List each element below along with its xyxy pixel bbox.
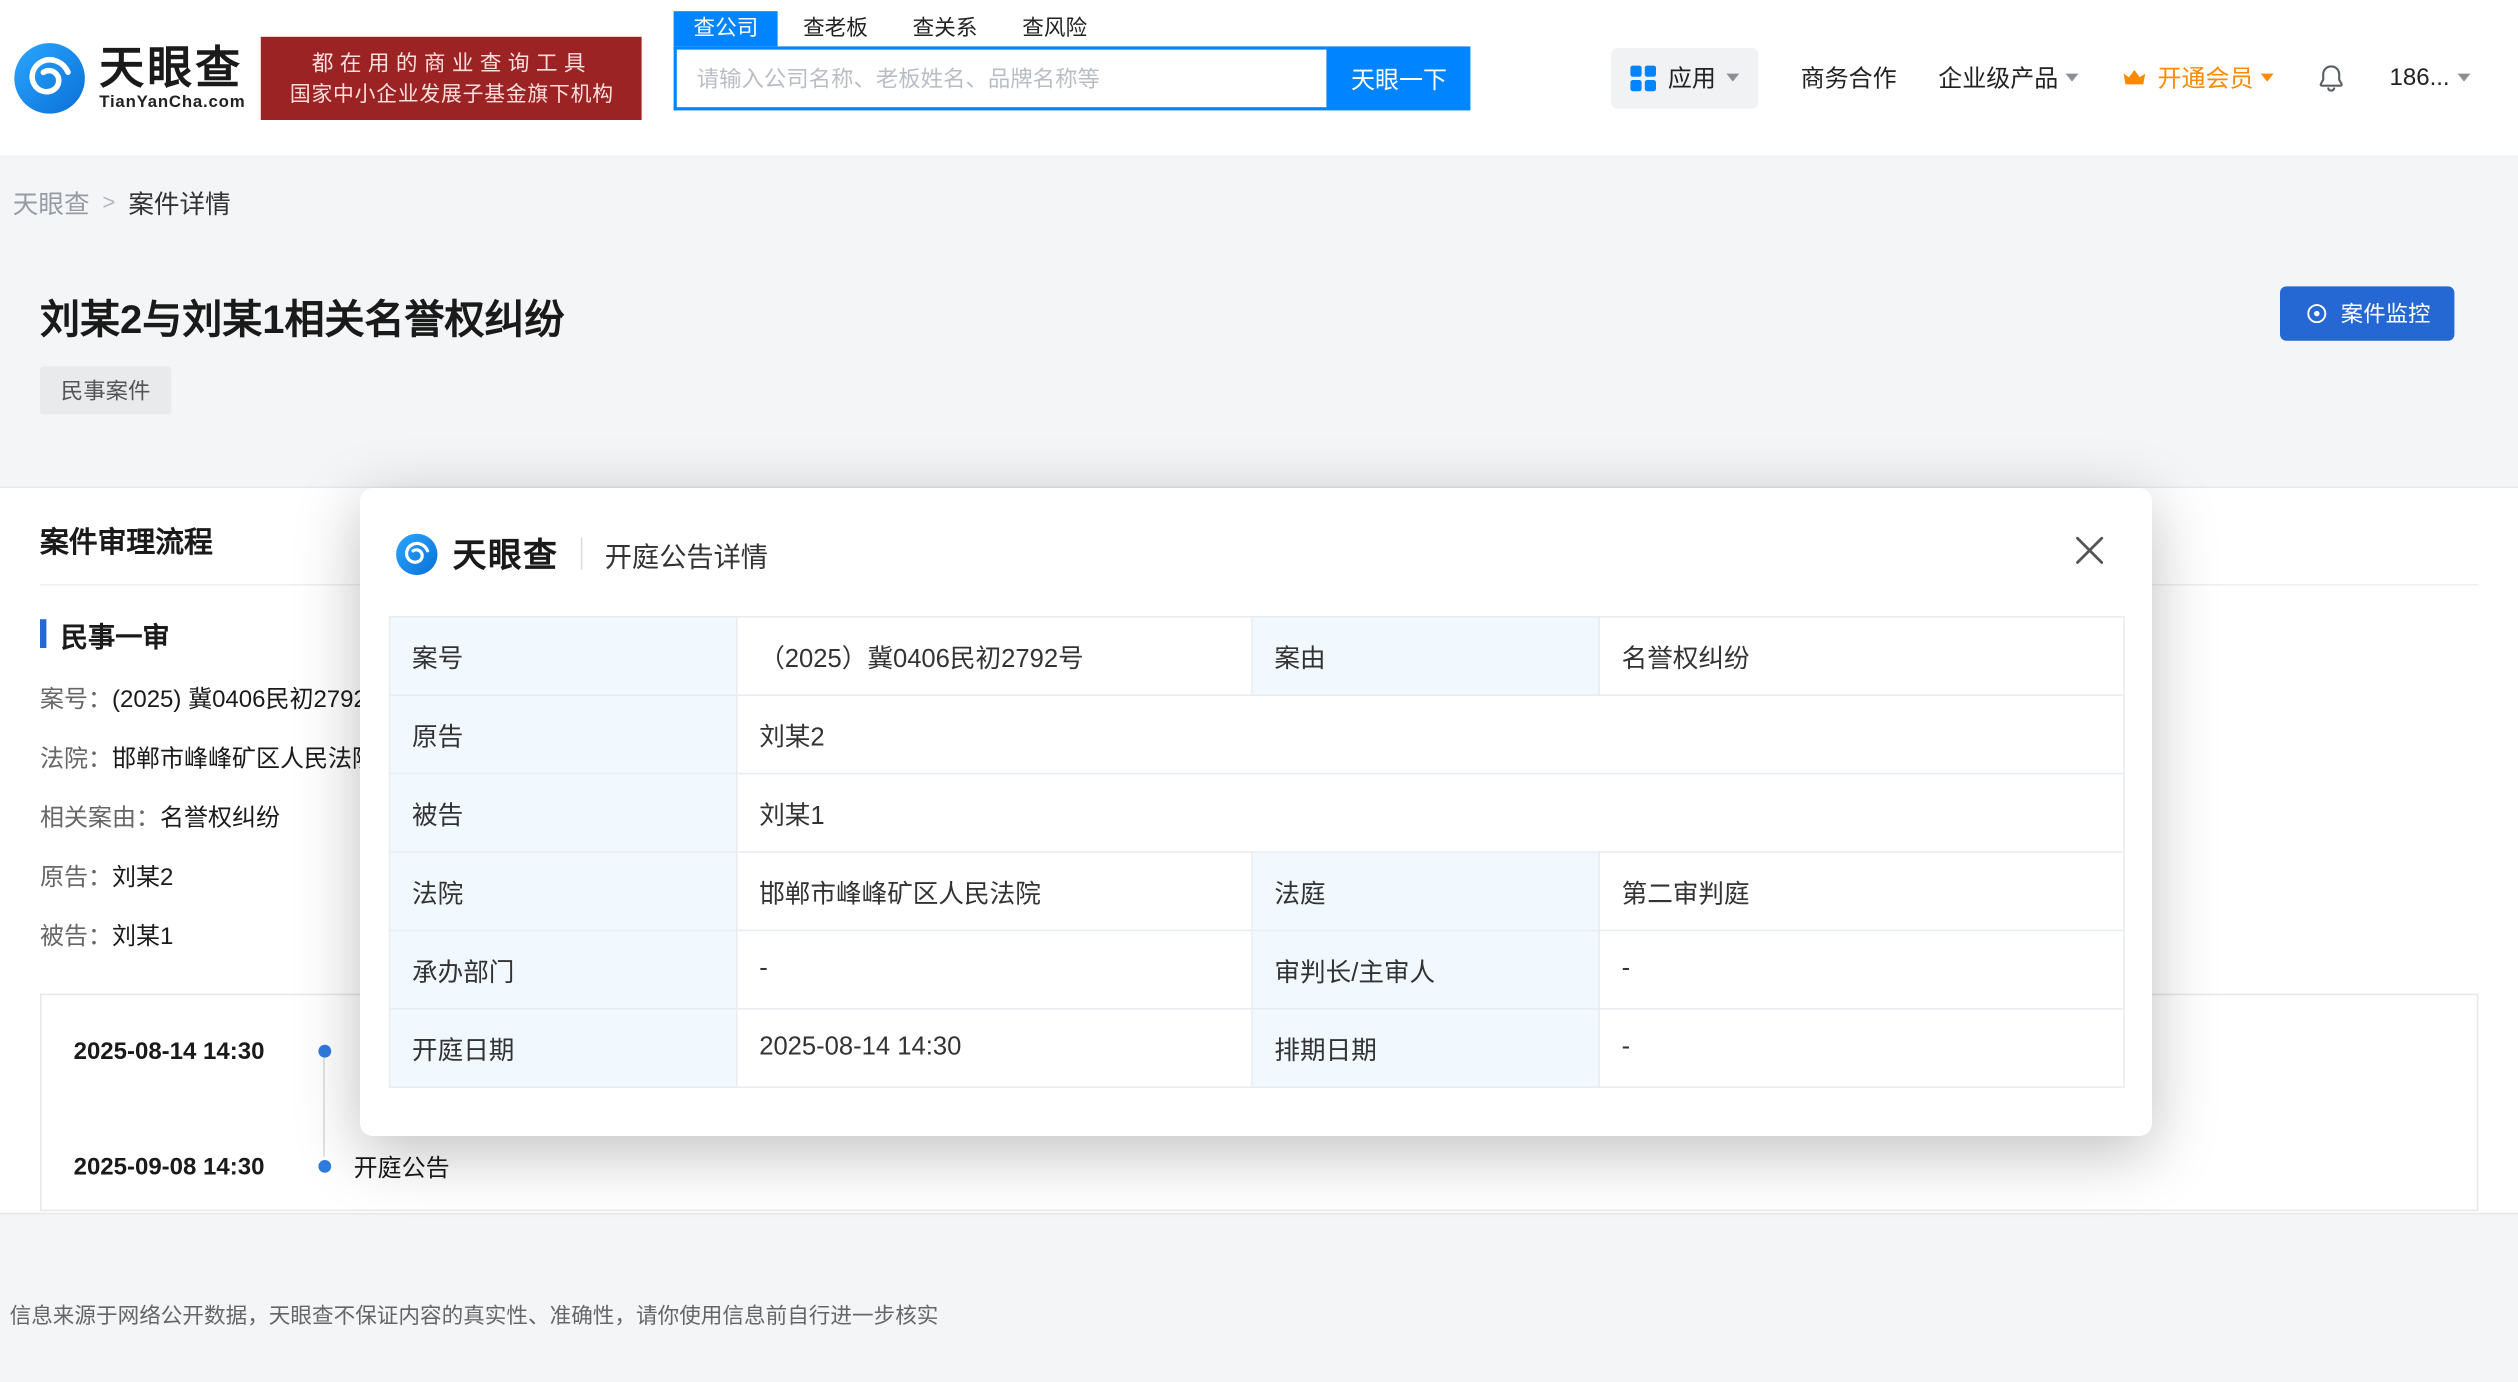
- search-input[interactable]: [674, 46, 1327, 110]
- brand-logo-icon: [395, 532, 438, 575]
- cell-label: 法院: [389, 852, 736, 930]
- nav-vip[interactable]: 开通会员: [2121, 61, 2275, 95]
- footer-disclaimer: 信息来源于网络公开数据，天眼查不保证内容的真实性、准确性，请你使用信息前自行进一…: [10, 1298, 2518, 1330]
- modal-header: 天眼查 开庭公告详情: [360, 488, 2152, 578]
- case-type-badge: 民事案件: [40, 366, 171, 414]
- cell-label: 案号: [389, 617, 736, 695]
- apps-grid-icon: [1631, 65, 1657, 91]
- cell-value: -: [1598, 930, 2123, 1008]
- notification-bell[interactable]: [2316, 62, 2348, 94]
- hearing-detail-table: 案号 （2025）冀0406民初2792号 案由 名誉权纠纷 原告 刘某2 被告…: [388, 616, 2124, 1088]
- table-row: 承办部门 - 审判长/主审人 -: [389, 930, 2123, 1008]
- cell-value: -: [1598, 1009, 2123, 1087]
- modal-brand-name: 天眼查: [453, 530, 559, 578]
- cell-value: （2025）冀0406民初2792号: [736, 617, 1251, 695]
- nav-apps[interactable]: 应用: [1612, 47, 1759, 108]
- promo-banner[interactable]: 都在用的商业查询工具 国家中小企业发展子基金旗下机构: [261, 36, 642, 119]
- cell-label: 被告: [389, 774, 736, 852]
- nav-vip-label: 开通会员: [2158, 61, 2254, 95]
- nav-account-phone: 186...: [2390, 64, 2450, 91]
- search-tabs: 查公司 查老板 查关系 查风险: [674, 11, 1471, 46]
- timeline-dot-icon: [318, 1045, 331, 1058]
- top-header: 天眼查 TianYanCha.com 都在用的商业查询工具 国家中小企业发展子基…: [0, 0, 2518, 155]
- hearing-detail-modal: 天眼查 开庭公告详情 案号 （2025）冀0406民初2792号 案由 名誉权纠…: [360, 488, 2152, 1136]
- crown-icon: [2121, 63, 2150, 92]
- page: 天眼查 TianYanCha.com 都在用的商业查询工具 国家中小企业发展子基…: [0, 0, 2518, 1382]
- table-row: 被告 刘某1: [389, 774, 2123, 852]
- timeline-item: 2025-08-14 14:30: [74, 1034, 354, 1069]
- tab-search-relation[interactable]: 查关系: [893, 11, 996, 46]
- search-button[interactable]: 天眼一下: [1327, 46, 1471, 110]
- stage-accent-bar: [40, 619, 46, 648]
- nav-enterprise[interactable]: 企业级产品: [1938, 61, 2079, 95]
- table-row: 案号 （2025）冀0406民初2792号 案由 名誉权纠纷: [389, 617, 2123, 695]
- nav-cooperation[interactable]: 商务合作: [1801, 61, 1897, 95]
- table-row: 开庭日期 2025-08-14 14:30 排期日期 -: [389, 1009, 2123, 1087]
- chevron-down-icon: [2458, 74, 2471, 82]
- cell-value: 刘某1: [736, 774, 2123, 852]
- timeline-label[interactable]: 开庭公告: [354, 1150, 450, 1184]
- case-monitor-label: 案件监控: [2341, 298, 2431, 330]
- table-row: 原告 刘某2: [389, 695, 2123, 773]
- nav-enterprise-label: 企业级产品: [1938, 61, 2058, 95]
- cell-label: 原告: [389, 695, 736, 773]
- stage-name: 民事一审: [61, 614, 170, 654]
- close-icon: [2069, 530, 2111, 572]
- cell-value: 刘某2: [736, 695, 2123, 773]
- table-row: 法院 邯郸市峰峰矿区人民法院 法庭 第二审判庭: [389, 852, 2123, 930]
- tab-search-risk[interactable]: 查风险: [1003, 11, 1106, 46]
- brand-domain: TianYanCha.com: [99, 92, 245, 111]
- nav-account[interactable]: 186...: [2390, 64, 2471, 91]
- timeline-date: 2025-08-14 14:30: [74, 1038, 306, 1065]
- cell-label: 审判长/主审人: [1251, 930, 1598, 1008]
- chevron-down-icon: [2262, 74, 2275, 82]
- modal-title: 开庭公告详情: [605, 534, 768, 574]
- header-nav: 应用 商务合作 企业级产品 开通会员 186...: [1612, 47, 2471, 108]
- cell-label: 法庭: [1251, 852, 1598, 930]
- breadcrumb-home[interactable]: 天眼查: [13, 182, 90, 220]
- cell-value: 邯郸市峰峰矿区人民法院: [736, 852, 1251, 930]
- cell-label: 排期日期: [1251, 1009, 1598, 1087]
- promo-line1: 都在用的商业查询工具: [261, 47, 642, 77]
- cell-value: 2025-08-14 14:30: [736, 1009, 1251, 1087]
- brand-name: 天眼查: [99, 44, 245, 92]
- timeline-connector: [323, 1058, 325, 1157]
- timeline-item: 2025-09-08 14:30 开庭公告: [74, 1149, 450, 1184]
- promo-line2: 国家中小企业发展子基金旗下机构: [261, 78, 642, 108]
- search-block: 查公司 查老板 查关系 查风险 天眼一下: [674, 11, 1471, 110]
- tab-search-boss[interactable]: 查老板: [784, 11, 887, 46]
- tab-search-company[interactable]: 查公司: [674, 11, 777, 46]
- nav-apps-label: 应用: [1668, 61, 1716, 95]
- breadcrumb-separator: >: [102, 189, 115, 215]
- modal-header-divider: [581, 538, 583, 570]
- cell-label: 案由: [1251, 617, 1598, 695]
- monitor-target-icon: [2304, 301, 2330, 327]
- cell-value: 第二审判庭: [1598, 852, 2123, 930]
- breadcrumb-current: 案件详情: [128, 182, 230, 220]
- brand-logo-icon: [13, 41, 87, 115]
- cell-label: 开庭日期: [389, 1009, 736, 1087]
- page-title: 刘某2与刘某1相关名誉权纠纷: [40, 296, 2518, 344]
- breadcrumb: 天眼查 > 案件详情: [0, 155, 2518, 222]
- cell-value: -: [736, 930, 1251, 1008]
- timeline-date: 2025-09-08 14:30: [74, 1153, 306, 1180]
- case-monitor-button[interactable]: 案件监控: [2280, 286, 2454, 340]
- timeline-dot-icon: [318, 1160, 331, 1173]
- brand-logo[interactable]: 天眼查 TianYanCha.com: [13, 41, 246, 115]
- case-header: 刘某2与刘某1相关名誉权纠纷 民事案件 案件监控: [0, 222, 2518, 443]
- chevron-down-icon: [1727, 74, 1740, 82]
- chevron-down-icon: [2066, 74, 2079, 82]
- bell-icon: [2316, 62, 2348, 94]
- cell-label: 承办部门: [389, 930, 736, 1008]
- modal-close-button[interactable]: [2069, 530, 2111, 572]
- cell-value: 名誉权纠纷: [1598, 617, 2123, 695]
